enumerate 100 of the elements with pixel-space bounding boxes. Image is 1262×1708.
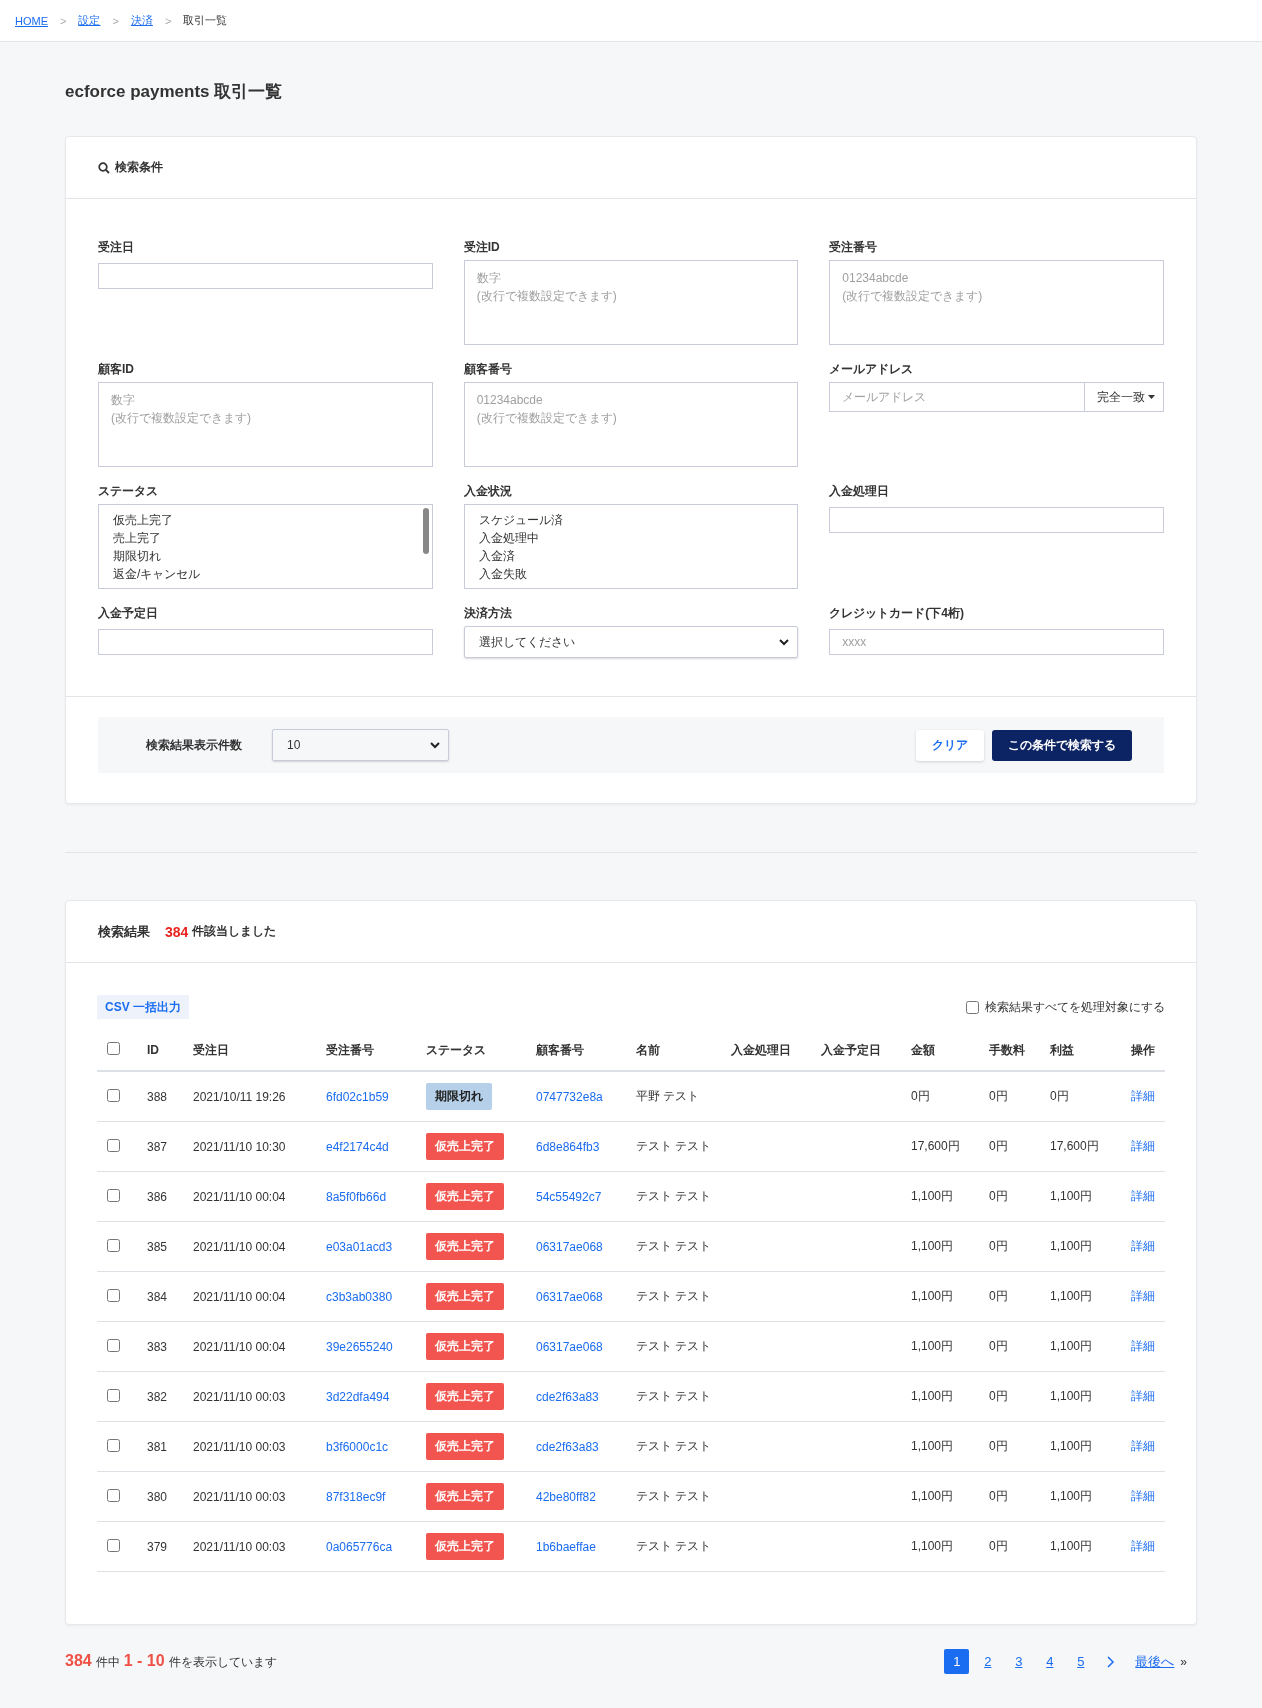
table-cell: 1,100円 [911, 1239, 954, 1253]
input-field[interactable] [98, 263, 433, 289]
email-field[interactable]: メールアドレス [829, 382, 1084, 412]
detail-link[interactable]: 詳細 [1131, 1439, 1155, 1453]
list-option[interactable]: 返金/キャンセル [113, 565, 418, 583]
checkbox[interactable] [107, 1438, 120, 1452]
table-cell: 381 [147, 1439, 168, 1454]
customer-link[interactable]: 06317ae068 [536, 1239, 603, 1254]
order-link[interactable]: 8a5f0fb66d [326, 1189, 387, 1204]
page-link[interactable]: 5 [1068, 1649, 1094, 1674]
page-link[interactable]: 2 [975, 1649, 1001, 1674]
checkbox[interactable] [107, 1188, 120, 1202]
order-link[interactable]: 87f318ec9f [326, 1489, 386, 1504]
clear-button[interactable]: クリア [916, 729, 984, 761]
field-label: ステータス [98, 483, 159, 500]
order-link[interactable]: b3f6000c1c [326, 1439, 389, 1454]
input-field[interactable]: xxxx [829, 629, 1164, 655]
column-header: 操作 [1131, 1042, 1155, 1057]
status-badge: 仮売上完了 [426, 1283, 504, 1310]
field-label: 顧客ID [98, 361, 135, 378]
column-header: 入金処理日 [731, 1042, 791, 1057]
per-page-select[interactable]: 10 [272, 729, 449, 761]
page-link[interactable]: 4 [1037, 1649, 1063, 1674]
customer-link[interactable]: 42be80ff82 [536, 1489, 596, 1504]
order-link[interactable]: 0a065776ca [326, 1539, 393, 1554]
detail-link[interactable]: 詳細 [1131, 1139, 1155, 1153]
last-page-link[interactable]: 最後へ [1135, 1652, 1175, 1671]
checkbox[interactable] [107, 1388, 120, 1402]
table-cell: テスト テスト [636, 1439, 712, 1453]
customer-link[interactable]: 0747732e8a [536, 1089, 603, 1104]
list-option[interactable]: 売上完了 [113, 529, 418, 547]
textarea-field[interactable]: 01234abcde (改行で複数設定できます) [463, 382, 799, 467]
checkbox[interactable] [107, 1538, 120, 1552]
customer-link[interactable]: cde2f63a83 [536, 1439, 599, 1454]
breadcrumb-link[interactable]: 決済 [130, 13, 153, 28]
textarea-field[interactable]: 数字 (改行で複数設定できます) [98, 382, 433, 467]
order-link[interactable]: e4f2174c4d [326, 1139, 389, 1154]
csv-export-button[interactable]: CSV 一括出力 [97, 995, 189, 1019]
order-link[interactable]: e03a01acd3 [326, 1239, 393, 1254]
order-link[interactable]: 6fd02c1b59 [326, 1089, 389, 1104]
detail-link[interactable]: 詳細 [1131, 1489, 1155, 1503]
detail-link[interactable]: 詳細 [1131, 1389, 1155, 1403]
checkbox[interactable] [107, 1288, 120, 1302]
list-option[interactable]: 入金済 [478, 547, 784, 565]
table-cell: テスト テスト [636, 1239, 712, 1253]
list-option[interactable]: 入金処理中 [478, 529, 784, 547]
customer-link[interactable]: 1b6baeffae [536, 1539, 596, 1554]
status-badge: 仮売上完了 [426, 1183, 504, 1210]
input-field[interactable] [829, 507, 1164, 533]
field-label: 決済方法 [463, 605, 513, 622]
order-link[interactable]: c3b3ab0380 [326, 1289, 393, 1304]
column-header: ステータス [426, 1042, 486, 1057]
checkbox[interactable] [107, 1338, 120, 1352]
match-dropdown[interactable]: 完全一致 [1084, 382, 1164, 412]
table-cell: 0円 [1050, 1089, 1069, 1103]
customer-link[interactable]: 06317ae068 [536, 1339, 603, 1354]
table-cell: 0円 [989, 1139, 1008, 1153]
detail-link[interactable]: 詳細 [1131, 1189, 1155, 1203]
column-header: 受注番号 [326, 1042, 374, 1057]
page-link[interactable]: 3 [1006, 1649, 1032, 1674]
checkbox[interactable] [107, 1138, 120, 1152]
checkbox[interactable] [107, 1238, 120, 1252]
customer-link[interactable]: 6d8e864fb3 [536, 1139, 600, 1154]
listbox[interactable]: スケジュール済 入金処理中 入金済 入金失敗 [463, 504, 799, 589]
page-link[interactable]: 1 [944, 1649, 970, 1674]
order-link[interactable]: 39e2655240 [326, 1339, 393, 1354]
list-option[interactable]: 入金失敗 [478, 565, 784, 583]
checkbox[interactable] [107, 1488, 120, 1502]
customer-link[interactable]: 06317ae068 [536, 1289, 603, 1304]
breadcrumb-link[interactable]: HOME [15, 14, 48, 27]
table-cell: 2021/11/10 00:04 [193, 1339, 286, 1354]
list-option[interactable]: スケジュール済 [478, 511, 784, 529]
detail-link[interactable]: 詳細 [1131, 1089, 1155, 1103]
listbox[interactable]: 仮売上完了 売上完了 期限切れ 返金/キャンセル [98, 504, 433, 589]
search-button[interactable]: この条件で検索する [992, 729, 1132, 761]
checkbox[interactable] [107, 1088, 120, 1102]
customer-link[interactable]: cde2f63a83 [536, 1389, 599, 1404]
detail-link[interactable]: 詳細 [1131, 1239, 1155, 1253]
chevron-right-icon[interactable] [1107, 1655, 1116, 1668]
table-cell: 0円 [989, 1089, 1008, 1103]
table-cell: 1,100円 [911, 1439, 954, 1453]
textarea-field[interactable]: 01234abcde (改行で複数設定できます) [829, 260, 1164, 345]
detail-link[interactable]: 詳細 [1131, 1339, 1155, 1353]
checkbox[interactable] [107, 1042, 120, 1055]
list-option[interactable]: 仮売上完了 [113, 511, 418, 529]
detail-link[interactable]: 詳細 [1131, 1539, 1155, 1553]
list-option[interactable]: 期限切れ [113, 547, 418, 565]
table-cell: 0円 [989, 1239, 1008, 1253]
table-cell: 17,600円 [1050, 1139, 1099, 1153]
order-link[interactable]: 3d22dfa494 [326, 1389, 390, 1404]
select-dropdown[interactable]: 選択してください [463, 626, 799, 658]
range-text: 1 - 10 [123, 1652, 165, 1670]
textarea-field[interactable]: 数字 (改行で複数設定できます) [463, 260, 799, 345]
customer-link[interactable]: 54c55492c7 [536, 1189, 602, 1204]
checkbox[interactable] [966, 1000, 979, 1014]
detail-link[interactable]: 詳細 [1131, 1289, 1155, 1303]
scrollbar-thumb[interactable] [422, 508, 429, 554]
input-field[interactable] [98, 629, 433, 655]
breadcrumb-link[interactable]: 設定 [78, 13, 101, 28]
field-label: クレジットカード(下4桁) [829, 605, 965, 622]
